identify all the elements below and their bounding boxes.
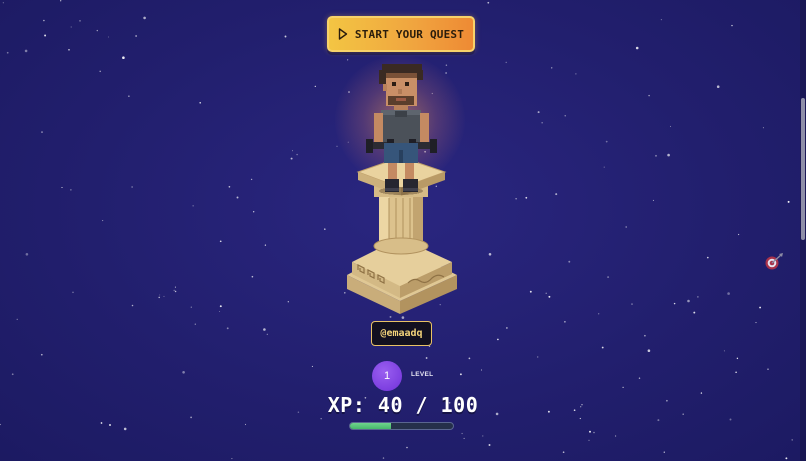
xp-progress-bar <box>349 422 454 430</box>
pedestal <box>347 156 457 314</box>
hero-scene <box>347 64 457 314</box>
page-scrollbar[interactable] <box>800 0 806 461</box>
xp-progress-fill <box>350 423 392 429</box>
username-tag: @emaadq <box>371 321 432 346</box>
level-label: LEVEL <box>411 371 434 378</box>
scrollbar-thumb[interactable] <box>801 98 805 240</box>
game-stage: START YOUR QUEST @emaadq 1 LEVEL XP: 40 … <box>0 0 806 461</box>
level-badge: 1 <box>372 361 402 391</box>
target-arrow-icon[interactable] <box>764 253 784 271</box>
xp-counter: XP: 40 / 100 <box>327 393 479 417</box>
